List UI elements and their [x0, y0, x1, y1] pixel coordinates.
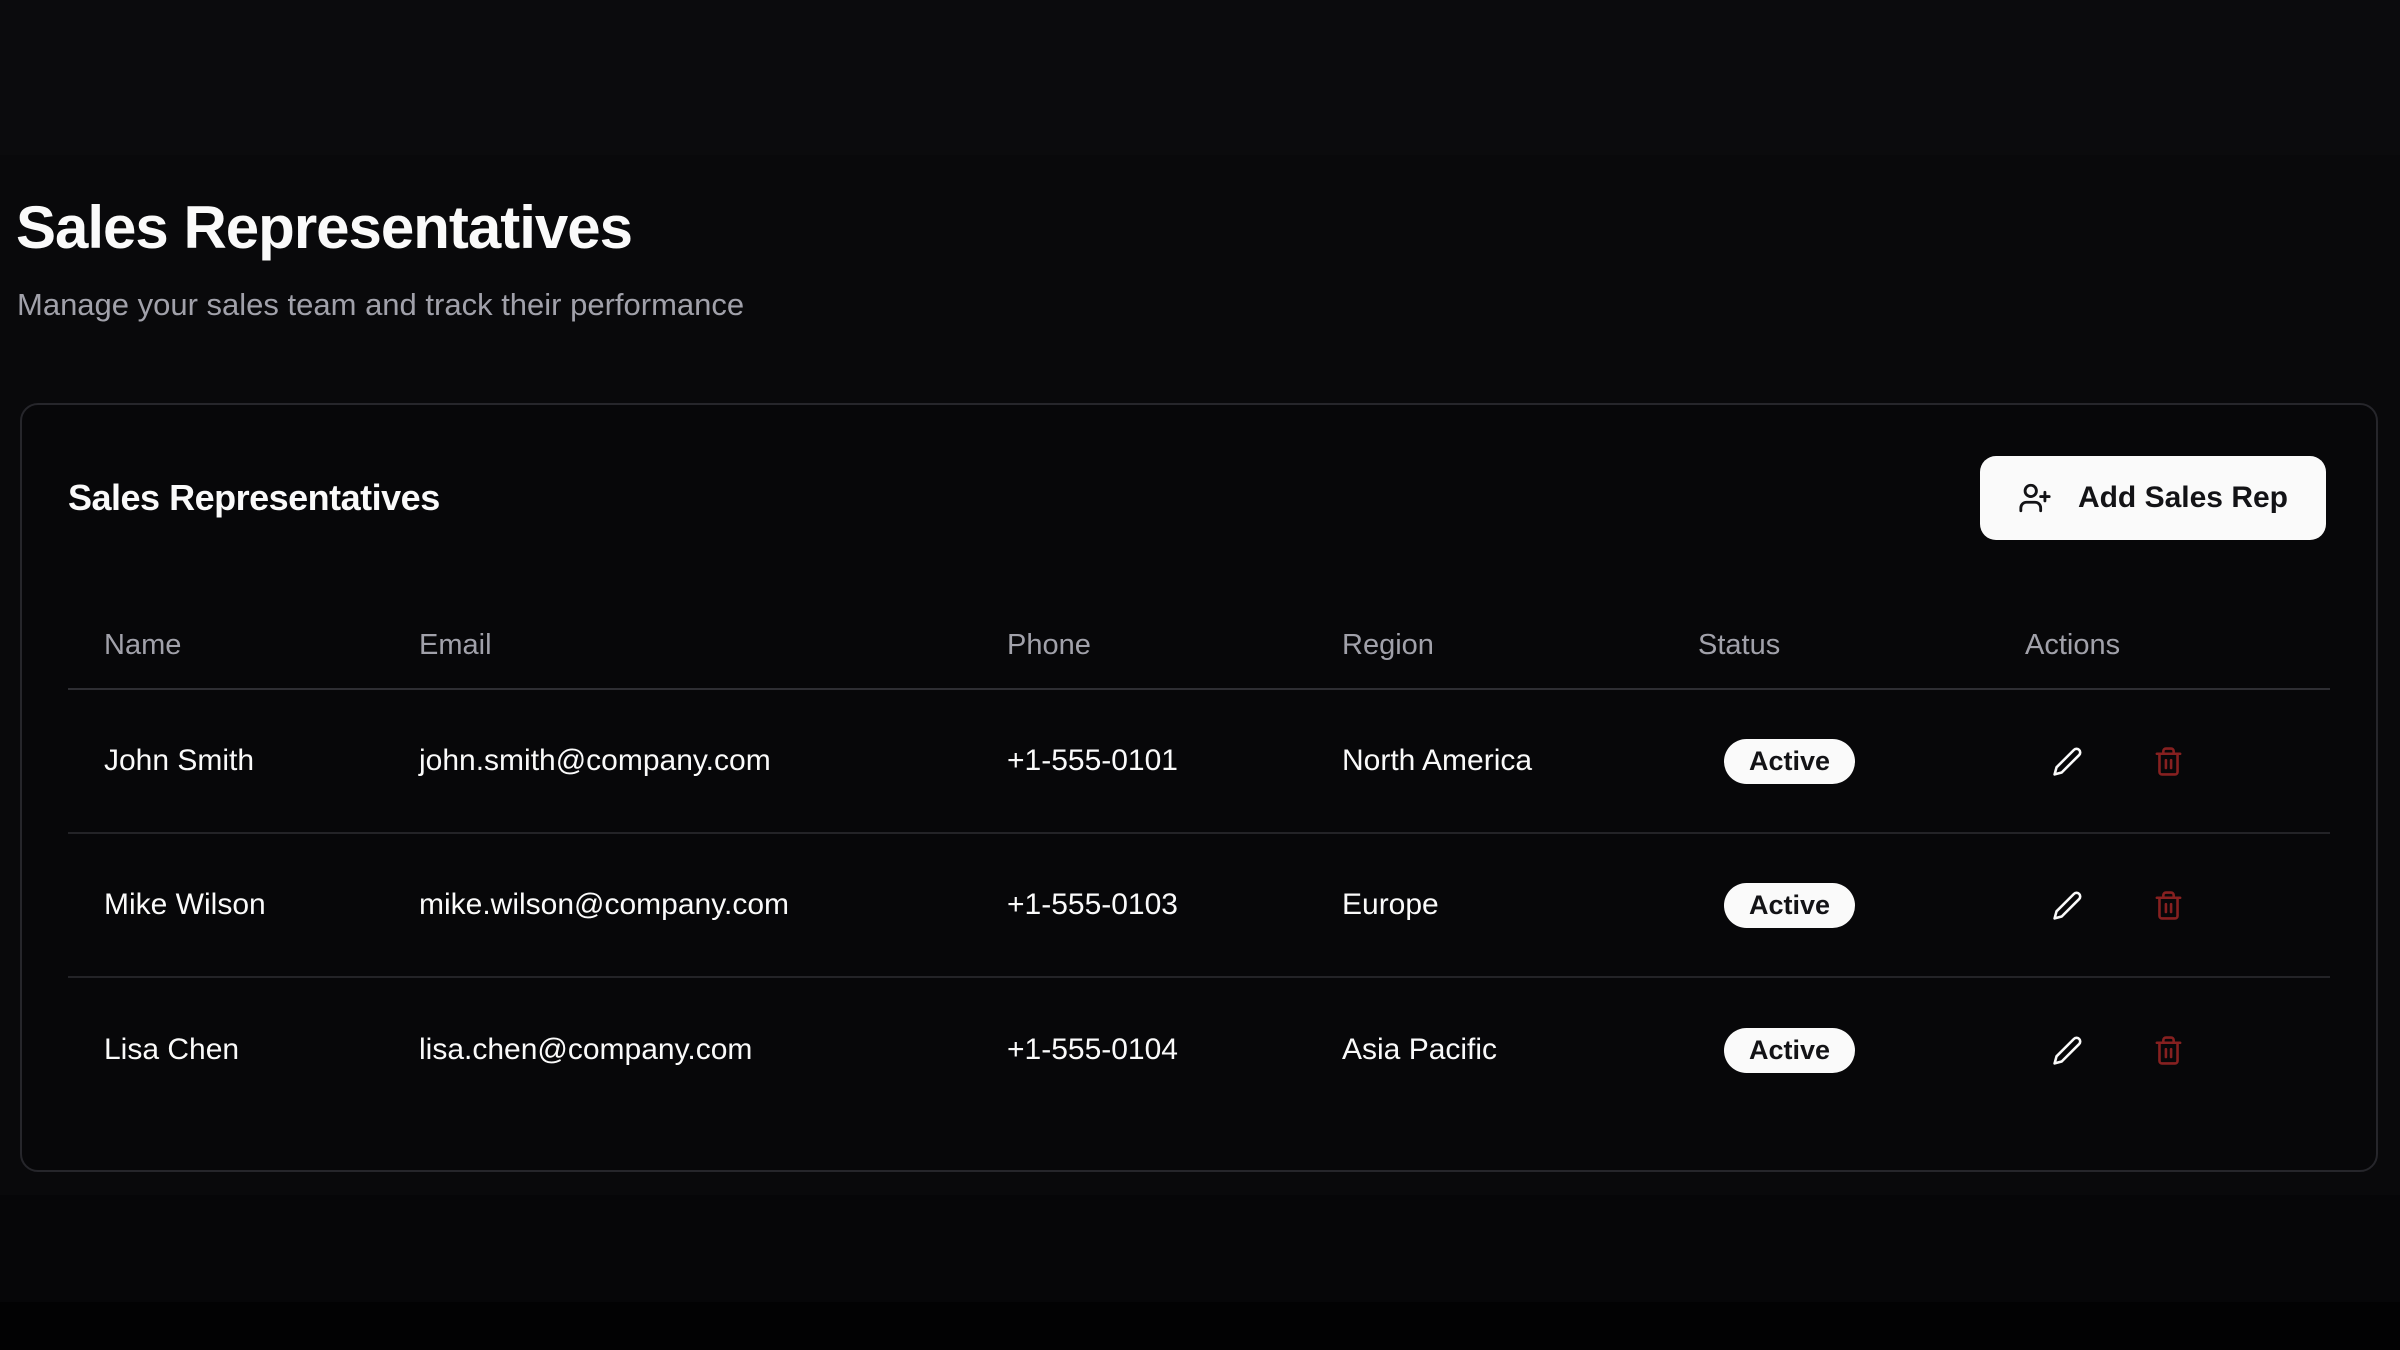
- page-title: Sales Representatives: [16, 193, 632, 262]
- region-cell: Europe: [1306, 888, 1662, 922]
- column-header-name: Name: [68, 629, 383, 662]
- column-header-actions: Actions: [1989, 629, 2330, 662]
- delete-button[interactable]: [2153, 746, 2184, 777]
- actions-cell: [1989, 890, 2330, 921]
- add-sales-rep-button-label: Add Sales Rep: [2078, 481, 2288, 515]
- edit-button[interactable]: [2052, 746, 2083, 777]
- status-badge: Active: [1724, 1028, 1855, 1073]
- edit-button[interactable]: [2052, 890, 2083, 921]
- column-header-region: Region: [1306, 629, 1662, 662]
- actions-group: [2052, 746, 2330, 777]
- pencil-icon: [2052, 890, 2083, 921]
- status-cell: Active: [1662, 739, 1989, 784]
- name-cell: John Smith: [68, 744, 383, 778]
- actions-cell: [1989, 746, 2330, 777]
- region-cell: North America: [1306, 744, 1662, 778]
- phone-cell: +1-555-0104: [971, 1033, 1306, 1067]
- actions-group: [2052, 1035, 2330, 1066]
- table-row: John Smith john.smith@company.com +1-555…: [68, 690, 2330, 834]
- phone-cell: +1-555-0101: [971, 744, 1306, 778]
- trash-icon: [2153, 1035, 2184, 1066]
- name-cell: Lisa Chen: [68, 1033, 383, 1067]
- email-cell: lisa.chen@company.com: [383, 1033, 971, 1067]
- card-header: Sales Representatives Add Sales Rep: [68, 456, 2326, 540]
- table-header-row: Name Email Phone Region Status Actions: [68, 602, 2330, 690]
- card-title: Sales Representatives: [68, 477, 440, 519]
- status-badge: Active: [1724, 739, 1855, 784]
- user-plus-icon: [2018, 481, 2052, 515]
- trash-icon: [2153, 890, 2184, 921]
- pencil-icon: [2052, 746, 2083, 777]
- column-header-status: Status: [1662, 629, 1989, 662]
- sales-reps-table: Name Email Phone Region Status Actions J…: [68, 602, 2330, 1122]
- table-row: Mike Wilson mike.wilson@company.com +1-5…: [68, 834, 2330, 978]
- name-cell: Mike Wilson: [68, 888, 383, 922]
- pencil-icon: [2052, 1035, 2083, 1066]
- page-subtitle: Manage your sales team and track their p…: [17, 283, 744, 326]
- column-header-email: Email: [383, 629, 971, 662]
- status-cell: Active: [1662, 883, 1989, 928]
- actions-group: [2052, 890, 2330, 921]
- delete-button[interactable]: [2153, 890, 2184, 921]
- table-row: Lisa Chen lisa.chen@company.com +1-555-0…: [68, 978, 2330, 1122]
- status-cell: Active: [1662, 1028, 1989, 1073]
- phone-cell: +1-555-0103: [971, 888, 1306, 922]
- add-sales-rep-button[interactable]: Add Sales Rep: [1980, 456, 2326, 540]
- page-content: Sales Representatives Manage your sales …: [0, 0, 2400, 1350]
- region-cell: Asia Pacific: [1306, 1033, 1662, 1067]
- email-cell: john.smith@company.com: [383, 744, 971, 778]
- trash-icon: [2153, 746, 2184, 777]
- edit-button[interactable]: [2052, 1035, 2083, 1066]
- status-badge: Active: [1724, 883, 1855, 928]
- column-header-phone: Phone: [971, 629, 1306, 662]
- email-cell: mike.wilson@company.com: [383, 888, 971, 922]
- sales-reps-card: Sales Representatives Add Sales Rep Name…: [20, 403, 2378, 1172]
- actions-cell: [1989, 1035, 2330, 1066]
- delete-button[interactable]: [2153, 1035, 2184, 1066]
